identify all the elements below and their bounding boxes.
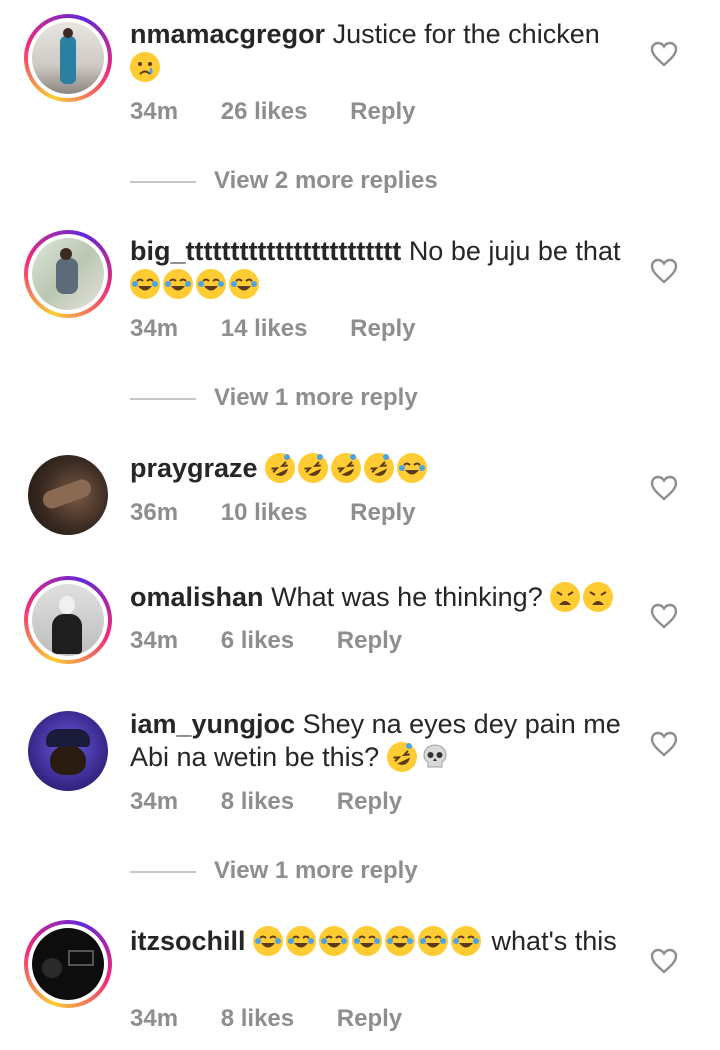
comment-time: 34m (130, 1005, 179, 1032)
comment-body: what's this (491, 926, 617, 956)
rolling-laughing-icon (326, 448, 367, 488)
avatar[interactable] (24, 230, 112, 318)
reply-button[interactable]: Reply (337, 627, 402, 654)
comment-text: iam_yungjoc Shey na eyes dey pain me Abi… (130, 708, 625, 777)
comment-text: praygraze (130, 448, 625, 488)
comment-likes[interactable]: 14 likes (221, 315, 308, 342)
comment-time: 34m (130, 788, 179, 815)
reply-button[interactable]: Reply (337, 1005, 402, 1032)
like-heart-icon[interactable] (650, 948, 678, 974)
avatar[interactable] (24, 576, 112, 664)
like-heart-icon[interactable] (650, 475, 678, 501)
rolling-laughing-icon (260, 448, 301, 488)
comment-text: itzsochill what's this (130, 925, 625, 958)
avatar[interactable] (24, 920, 112, 1008)
comment-likes[interactable]: 8 likes (221, 1005, 294, 1032)
comment-body: What was he thinking? (271, 582, 543, 612)
reply-button[interactable]: Reply (337, 788, 402, 815)
rolling-laughing-icon (293, 448, 334, 488)
comment-text: nmamacgregor Justice for the chicken (130, 18, 625, 84)
like-heart-icon[interactable] (650, 41, 678, 67)
comment-likes[interactable]: 10 likes (221, 499, 308, 526)
view-more-label: View 2 more replies (214, 167, 438, 194)
tears-of-joy-icon (163, 269, 193, 299)
tears-of-joy-icon (385, 926, 416, 956)
comment-meta: 34m 26 likes Reply (130, 98, 452, 126)
comment-username[interactable]: praygraze (130, 453, 258, 483)
comment-username[interactable]: iam_yungjoc (130, 709, 295, 739)
tears-of-joy-icon (286, 926, 317, 956)
comment-text: big_tttttttttttttttttttttttt No be juju … (130, 235, 625, 301)
rolling-laughing-icon (381, 737, 422, 777)
tears-of-joy-icon (397, 453, 428, 483)
comment-likes[interactable]: 8 likes (221, 788, 294, 815)
like-heart-icon[interactable] (650, 603, 678, 629)
comment-likes[interactable]: 6 likes (221, 627, 294, 654)
reply-button[interactable]: Reply (350, 499, 415, 526)
comment-meta: 34m 14 likes Reply (130, 315, 452, 343)
comment-meta: 34m 8 likes Reply (130, 788, 438, 816)
avatar[interactable] (28, 455, 108, 535)
weary-face-icon (583, 582, 614, 612)
tears-of-joy-icon (352, 926, 383, 956)
like-heart-icon[interactable] (650, 731, 678, 757)
crying-face-icon (130, 52, 160, 82)
comment-username[interactable]: omalishan (130, 582, 264, 612)
view-more-replies-button[interactable]: View 1 more reply (130, 384, 418, 412)
tears-of-joy-icon (319, 926, 350, 956)
view-more-label: View 1 more reply (214, 384, 418, 411)
view-more-label: View 1 more reply (214, 857, 418, 884)
comment-username[interactable]: itzsochill (130, 926, 246, 956)
comment-username[interactable]: nmamacgregor (130, 19, 325, 49)
tears-of-joy-icon (130, 269, 160, 299)
comment-time: 34m (130, 627, 179, 654)
comment-body: No be juju be that (408, 236, 621, 266)
tears-of-joy-icon (229, 269, 259, 299)
reply-button[interactable]: Reply (350, 315, 415, 342)
divider (130, 397, 196, 400)
comment-username[interactable]: big_tttttttttttttttttttttttt (130, 236, 401, 266)
rolling-laughing-icon (359, 448, 400, 488)
divider (130, 870, 196, 873)
tears-of-joy-icon (196, 269, 226, 299)
comment-meta: 34m 6 likes Reply (130, 627, 438, 655)
comment-time: 36m (130, 499, 179, 526)
comment-time: 34m (130, 98, 179, 125)
tears-of-joy-icon (418, 926, 449, 956)
view-more-replies-button[interactable]: View 1 more reply (130, 857, 418, 885)
comment-text: omalishan What was he thinking? (130, 581, 625, 614)
comment-body: Justice for the chicken (332, 19, 600, 49)
tears-of-joy-icon (253, 926, 284, 956)
view-more-replies-button[interactable]: View 2 more replies (130, 167, 438, 195)
comment-meta: 34m 8 likes Reply (130, 1005, 438, 1033)
comment-likes[interactable]: 26 likes (221, 98, 308, 125)
avatar[interactable] (24, 14, 112, 102)
weary-face-icon (550, 582, 581, 612)
like-heart-icon[interactable] (650, 258, 678, 284)
comment-time: 34m (130, 315, 179, 342)
comment-meta: 36m 10 likes Reply (130, 499, 452, 527)
avatar[interactable] (28, 711, 108, 791)
reply-button[interactable]: Reply (350, 98, 415, 125)
skull-icon (420, 742, 450, 772)
divider (130, 180, 196, 183)
tears-of-joy-icon (451, 926, 482, 956)
